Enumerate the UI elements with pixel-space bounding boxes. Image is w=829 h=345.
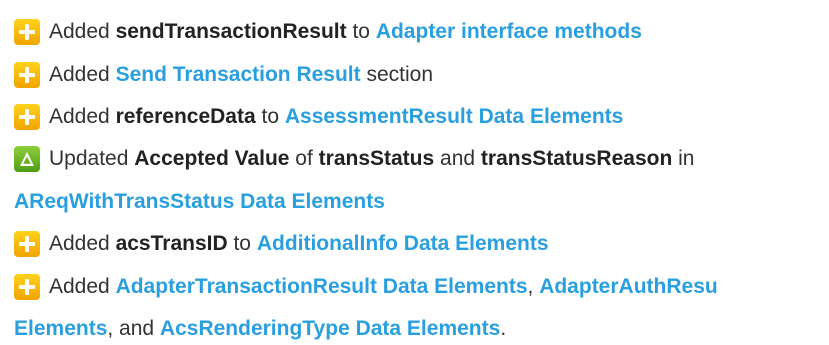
text-fragment: ,: [527, 275, 540, 298]
plus-icon: [14, 274, 40, 300]
text-fragment: to: [346, 20, 376, 43]
changelog-text: Elements, and AcsRenderingType Data Elem…: [14, 314, 506, 344]
bold-term: transStatus: [318, 147, 435, 170]
changelog-item: Added AdapterTransactionResult Data Elem…: [0, 272, 829, 302]
changelog-item: Added sendTransactionResult to Adapter i…: [0, 17, 829, 47]
changelog-item: Added referenceData to AssessmentResult …: [0, 102, 829, 132]
bold-term: acsTransID: [115, 232, 228, 255]
bold-term: transStatusReason: [480, 147, 673, 170]
changelog-item-continuation: Elements, and AcsRenderingType Data Elem…: [0, 314, 829, 344]
changelog-item: Added acsTransID to AdditionalInfo Data …: [0, 229, 829, 259]
text-fragment: and: [434, 147, 481, 170]
text-fragment: Added: [49, 63, 116, 86]
changelog-text: Added referenceData to AssessmentResult …: [49, 102, 623, 132]
link-adaptertransactionresult-data-elements[interactable]: AdapterTransactionResult Data Elements: [116, 275, 528, 298]
text-fragment: Added: [49, 275, 116, 298]
text-fragment: .: [500, 317, 507, 340]
changelog-item: Updated Accepted Value of transStatus an…: [0, 144, 829, 174]
text-fragment: to: [227, 232, 257, 255]
link-additionalinfo-data-elements[interactable]: AdditionalInfo Data Elements: [257, 232, 549, 255]
changelog-text: Added Send Transaction Result section: [49, 60, 433, 90]
changelog-text: Added AdapterTransactionResult Data Elem…: [49, 272, 718, 302]
text-fragment: section: [360, 63, 433, 86]
changelog-text: Updated Accepted Value of transStatus an…: [49, 144, 694, 174]
text-fragment: , and: [107, 317, 160, 340]
bold-term: Accepted Value: [134, 147, 290, 170]
plus-icon: [14, 19, 40, 45]
link-assessmentresult-data-elements[interactable]: AssessmentResult Data Elements: [285, 105, 623, 128]
link-areqwithtransstatus-data-elements[interactable]: AReqWithTransStatus Data Elements: [14, 190, 385, 213]
link-adapterauthresult-data-elements-continued[interactable]: Elements: [14, 317, 107, 340]
link-adapter-interface-methods[interactable]: Adapter interface methods: [376, 20, 642, 43]
link-send-transaction-result[interactable]: Send Transaction Result: [116, 63, 361, 86]
changelog-item-continuation: AReqWithTransStatus Data Elements: [0, 187, 829, 217]
delta-glyph: [20, 152, 34, 166]
changelog-item: Added Send Transaction Result section: [0, 60, 829, 90]
bold-term: sendTransactionResult: [115, 20, 347, 43]
changelog-text: AReqWithTransStatus Data Elements: [14, 187, 385, 217]
plus-icon: [14, 231, 40, 257]
plus-icon: [14, 104, 40, 130]
text-fragment: of: [289, 147, 319, 170]
plus-icon: [14, 62, 40, 88]
bold-term: referenceData: [115, 105, 256, 128]
text-fragment: Added: [49, 105, 116, 128]
text-fragment: in: [672, 147, 695, 170]
text-fragment: Added: [49, 232, 116, 255]
delta-icon: [14, 146, 40, 172]
text-fragment: Updated: [49, 147, 135, 170]
link-adapterauthresult-data-elements[interactable]: AdapterAuthResu: [539, 275, 718, 298]
changelog-text: Added acsTransID to AdditionalInfo Data …: [49, 229, 549, 259]
text-fragment: Added: [49, 20, 116, 43]
text-fragment: to: [255, 105, 285, 128]
changelog-text: Added sendTransactionResult to Adapter i…: [49, 17, 642, 47]
link-acsrenderingtype-data-elements[interactable]: AcsRenderingType Data Elements: [160, 317, 500, 340]
